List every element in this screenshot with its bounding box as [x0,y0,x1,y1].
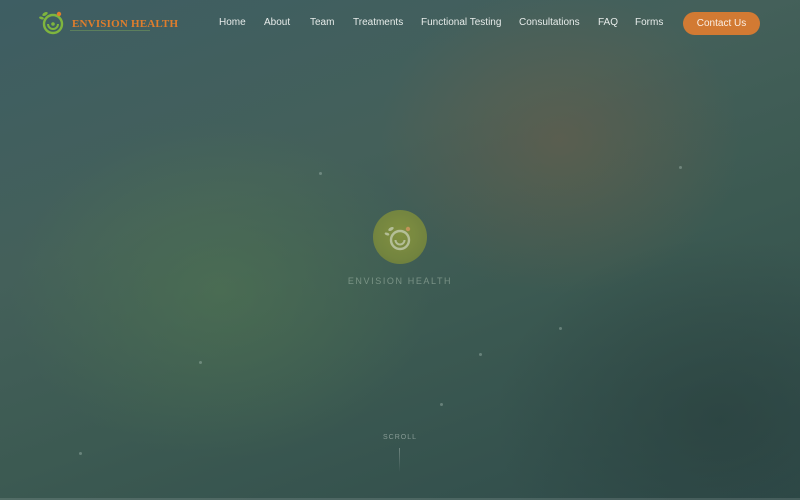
scroll-indicator-line [399,448,400,472]
nav-item-consultations[interactable]: Consultations [519,17,580,29]
contact-us-button[interactable]: Contact Us [683,12,760,35]
particle-dot [559,327,562,330]
page: ENVISION HEALTH Home About Team Treatmen… [0,0,800,500]
site-logo[interactable]: ENVISION HEALTH [39,9,178,37]
spiral-leaf-icon [384,226,411,251]
site-header: ENVISION HEALTH Home About Team Treatmen… [0,0,800,46]
nav-item-team[interactable]: Team [310,17,334,29]
brand-name: ENVISION HEALTH [72,17,179,30]
nav-item-treatments[interactable]: Treatments [353,17,403,29]
particle-dot [79,452,82,455]
nav-item-functional-testing[interactable]: Functional Testing [421,17,501,29]
particle-dot [679,166,682,169]
particle-dot [319,172,322,175]
nav-item-home[interactable]: Home [219,17,246,29]
particle-dot [479,353,482,356]
particle-dot [440,403,443,406]
particle-dot [199,361,202,364]
hero-logo-emblem [373,210,427,264]
hero-brand-label: ENVISION HEALTH [347,276,453,286]
nav-item-forms[interactable]: Forms [635,17,663,29]
nav-item-about[interactable]: About [264,17,290,29]
nav-item-faq[interactable]: FAQ [598,17,618,29]
logo-tagline-line [70,30,150,31]
scroll-indicator-label[interactable]: SCROLL [360,434,440,441]
spiral-leaf-icon [39,11,64,35]
